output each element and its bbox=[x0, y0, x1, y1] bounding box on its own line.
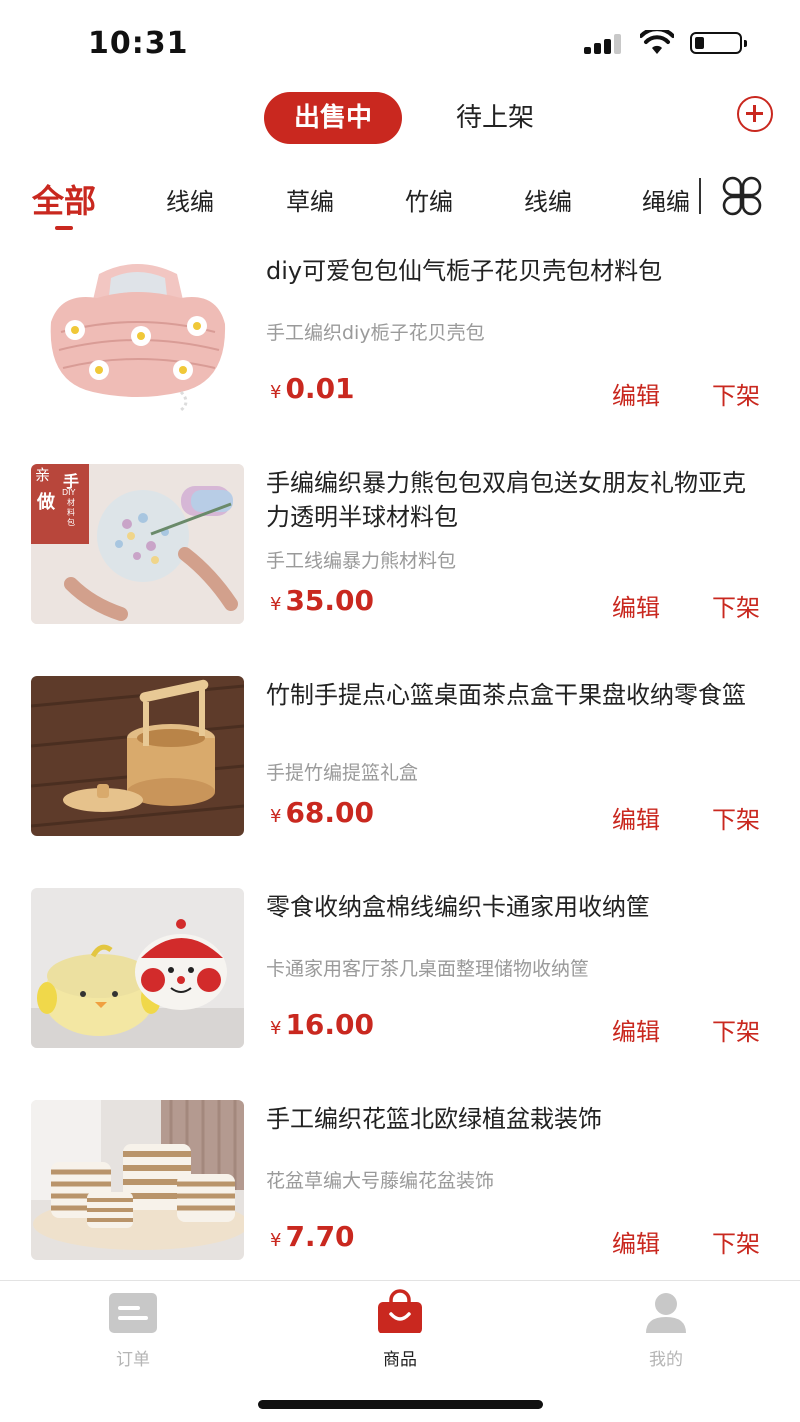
thumb-label-material: 材料包 bbox=[67, 498, 75, 527]
nav-label-profile: 我的 bbox=[649, 1350, 683, 1370]
currency-symbol: ¥ bbox=[270, 1018, 282, 1039]
edit-button[interactable]: 编辑 bbox=[612, 588, 660, 623]
cellular-signal-icon bbox=[584, 32, 624, 54]
status-bar: 10:31 bbox=[0, 0, 800, 88]
thumb-label-qin: 亲 bbox=[35, 466, 51, 484]
thumb-label-diy: DIY bbox=[62, 488, 76, 497]
take-off-shelf-button[interactable]: 下架 bbox=[712, 1224, 760, 1259]
product-image bbox=[31, 888, 244, 1048]
product-item[interactable]: 零食收纳盒棉线编织卡通家用收纳筐 卡通家用客厅茶几桌面整理储物收纳筐 ¥16.0… bbox=[0, 888, 800, 1068]
product-title: 零食收纳盒棉线编织卡通家用收纳筐 bbox=[266, 893, 650, 921]
tab-pending-listing[interactable]: 待上架 bbox=[440, 92, 550, 144]
status-time: 10:31 bbox=[88, 26, 189, 61]
nav-item-products[interactable]: 商品 bbox=[350, 1289, 450, 1373]
edit-button[interactable]: 编辑 bbox=[612, 800, 660, 835]
product-item[interactable]: diy可爱包包仙气栀子花贝壳包材料包 手工编织diy栀子花贝壳包 ¥0.01 编… bbox=[0, 252, 800, 432]
currency-symbol: ¥ bbox=[270, 594, 282, 615]
product-item[interactable]: 竹制手提点心篮桌面茶点盒干果盘收纳零食篮 手提竹编提篮礼盒 ¥68.00 编辑 … bbox=[0, 676, 800, 856]
currency-symbol: ¥ bbox=[270, 806, 282, 827]
price-value: 35.00 bbox=[285, 584, 375, 617]
product-title: 手工编织花篮北欧绿植盆栽装饰 bbox=[266, 1105, 602, 1133]
wifi-icon bbox=[640, 30, 674, 54]
user-icon bbox=[646, 1293, 686, 1333]
category-tab-all[interactable]: 全部 bbox=[32, 176, 96, 222]
take-off-shelf-button[interactable]: 下架 bbox=[712, 1012, 760, 1047]
home-indicator bbox=[258, 1400, 543, 1409]
category-active-indicator bbox=[55, 226, 73, 230]
take-off-shelf-button[interactable]: 下架 bbox=[712, 376, 760, 411]
nav-item-profile[interactable]: 我的 bbox=[616, 1293, 716, 1373]
take-off-shelf-button[interactable]: 下架 bbox=[712, 588, 760, 623]
price-value: 0.01 bbox=[285, 372, 355, 405]
product-price: ¥68.00 bbox=[270, 796, 374, 829]
product-item[interactable]: 亲 做 手 DIY 材料包 手编编织暴力熊包包双肩包送女朋友礼物亚克力透明半球材… bbox=[0, 464, 800, 644]
nav-label-products: 商品 bbox=[383, 1350, 417, 1370]
edit-button[interactable]: 编辑 bbox=[612, 1224, 660, 1259]
product-subtitle: 卡通家用客厅茶几桌面整理储物收纳筐 bbox=[266, 958, 590, 980]
product-price: ¥7.70 bbox=[270, 1220, 355, 1253]
tab-on-sale[interactable]: 出售中 bbox=[264, 92, 402, 144]
currency-symbol: ¥ bbox=[270, 1230, 282, 1251]
product-item[interactable]: 手工编织花篮北欧绿植盆栽装饰 花盆草编大号藤编花盆装饰 ¥7.70 编辑 下架 bbox=[0, 1100, 800, 1280]
edit-button[interactable]: 编辑 bbox=[612, 1012, 660, 1047]
category-tab-bamboo[interactable]: 竹编 bbox=[405, 182, 453, 217]
currency-symbol: ¥ bbox=[270, 382, 282, 403]
product-price: ¥16.00 bbox=[270, 1008, 374, 1041]
product-price: ¥0.01 bbox=[270, 372, 355, 405]
orders-icon bbox=[109, 1293, 157, 1333]
category-tab-rope[interactable]: 绳编 bbox=[642, 182, 690, 217]
category-tabs: 全部 线编 草编 竹编 线编 绳编 bbox=[0, 172, 800, 236]
nav-label-orders: 订单 bbox=[116, 1350, 150, 1370]
price-value: 68.00 bbox=[285, 796, 375, 829]
product-title: diy可爱包包仙气栀子花贝壳包材料包 bbox=[266, 257, 663, 285]
edit-button[interactable]: 编辑 bbox=[612, 376, 660, 411]
product-image bbox=[31, 676, 244, 836]
price-value: 16.00 bbox=[285, 1008, 375, 1041]
price-value: 7.70 bbox=[285, 1220, 355, 1253]
take-off-shelf-button[interactable]: 下架 bbox=[712, 800, 760, 835]
category-tab-thread-2[interactable]: 线编 bbox=[524, 182, 572, 217]
top-tabs: 出售中 待上架 bbox=[0, 90, 800, 146]
product-price: ¥35.00 bbox=[270, 584, 374, 617]
product-image bbox=[31, 252, 244, 412]
category-tab-straw[interactable]: 草编 bbox=[286, 182, 334, 217]
product-image bbox=[31, 1100, 244, 1260]
grid-view-icon[interactable] bbox=[720, 176, 764, 216]
category-divider bbox=[699, 178, 701, 214]
plus-circle-icon[interactable] bbox=[737, 96, 773, 132]
product-subtitle: 手工线编暴力熊材料包 bbox=[266, 550, 457, 572]
category-tab-thread[interactable]: 线编 bbox=[166, 182, 214, 217]
product-title: 竹制手提点心篮桌面茶点盒干果盘收纳零食篮 bbox=[266, 681, 746, 709]
shopping-bag-icon bbox=[378, 1289, 422, 1333]
thumb-label-zuo: 做 bbox=[37, 492, 55, 513]
product-image: 亲 做 手 DIY 材料包 bbox=[31, 464, 244, 624]
product-subtitle: 花盆草编大号藤编花盆装饰 bbox=[266, 1170, 495, 1192]
product-title: 手编编织暴力熊包包双肩包送女朋友礼物亚克力透明半球材料包 bbox=[266, 469, 746, 531]
product-subtitle: 手工编织diy栀子花贝壳包 bbox=[266, 322, 485, 344]
nav-item-orders[interactable]: 订单 bbox=[83, 1293, 183, 1373]
product-subtitle: 手提竹编提篮礼盒 bbox=[266, 762, 419, 784]
battery-level bbox=[695, 37, 704, 49]
battery-icon bbox=[690, 32, 747, 54]
